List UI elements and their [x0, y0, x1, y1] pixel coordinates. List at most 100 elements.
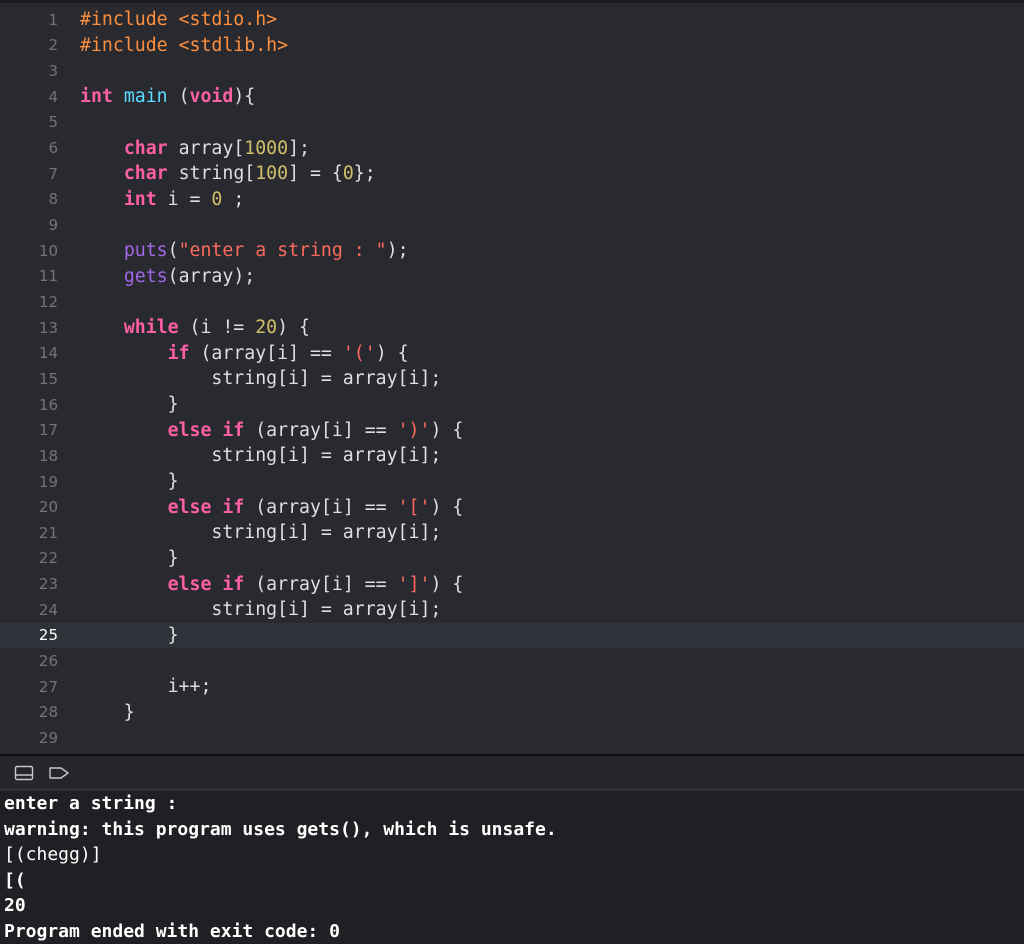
code-token: 0	[342, 163, 354, 185]
code-line[interactable]: 5	[0, 110, 1024, 136]
code-line[interactable]: 10 puts("enter a string : ");	[0, 238, 1024, 264]
code-line[interactable]: 29	[0, 725, 1024, 751]
line-number: 16	[38, 395, 58, 414]
code-line[interactable]: 28 }	[0, 700, 1024, 726]
code-token: ){	[233, 86, 256, 108]
code-text: i++;	[80, 676, 1024, 697]
code-text: int i = 0 ;	[80, 189, 1024, 210]
code-text: puts("enter a string : ");	[80, 240, 1024, 261]
code-token: array[	[167, 137, 245, 159]
continue-icon[interactable]	[48, 765, 70, 781]
line-number: 28	[38, 703, 58, 722]
code-token: ] = {	[288, 163, 343, 185]
line-number: 29	[38, 729, 58, 747]
line-number: 5	[48, 113, 58, 132]
code-line[interactable]: 6 char array[1000];	[0, 135, 1024, 161]
code-token: int	[123, 188, 157, 210]
code-line[interactable]: 20 else if (array[i] == '[') {	[0, 494, 1024, 520]
code-line[interactable]: 15 string[i] = array[i];	[0, 366, 1024, 392]
line-number: 8	[48, 190, 58, 209]
code-token: if	[222, 573, 245, 595]
line-number: 3	[48, 62, 58, 81]
code-token: (i !=	[178, 317, 256, 339]
code-line[interactable]: 13 while (i != 20) {	[0, 315, 1024, 341]
line-number: 24	[38, 600, 58, 619]
code-text: if (array[i] == '(') {	[80, 343, 1024, 364]
code-token: int	[80, 86, 113, 108]
code-token: 20	[255, 317, 278, 339]
hide-debug-area-icon[interactable]	[14, 765, 34, 781]
console-line: [(chegg)]	[4, 844, 102, 866]
code-token: else	[167, 419, 212, 441]
code-line[interactable]: 17 else if (array[i] == ')') {	[0, 417, 1024, 443]
code-token: main	[123, 86, 168, 108]
code-token: gets	[123, 265, 168, 287]
line-number: 10	[38, 241, 58, 260]
code-line[interactable]: 4 int main (void){	[0, 84, 1024, 110]
code-token: if	[222, 496, 245, 518]
code-line[interactable]: 25 }	[0, 622, 1024, 649]
code-line[interactable]: 26	[0, 648, 1024, 674]
line-number: 12	[38, 292, 58, 311]
code-token: if	[167, 342, 190, 364]
code-token: ];	[288, 137, 310, 159]
code-text: #include <stdio.h>	[80, 9, 1024, 30]
code-text: }	[80, 702, 1024, 723]
code-token: void	[189, 86, 234, 108]
code-token: 1000	[244, 137, 289, 159]
code-line[interactable]: 8 int i = 0 ;	[0, 187, 1024, 213]
code-line[interactable]: 7 char string[100] = {0};	[0, 161, 1024, 187]
code-token: string[i] = array[i];	[80, 522, 442, 544]
code-token: "enter a string : "	[178, 240, 387, 262]
code-text: string[i] = array[i];	[80, 445, 1024, 466]
code-line[interactable]: 16 }	[0, 392, 1024, 418]
code-line[interactable]: 22 }	[0, 546, 1024, 572]
code-token: ) {	[430, 573, 464, 595]
code-token: char	[123, 163, 168, 185]
code-token: string[	[167, 163, 256, 185]
code-token: );	[386, 240, 409, 262]
code-line[interactable]: 14 if (array[i] == '(') {	[0, 340, 1024, 366]
console-output[interactable]: enter a string : warning: this program us…	[0, 791, 1024, 944]
code-text: }	[80, 471, 1024, 492]
code-token: ')'	[397, 419, 431, 441]
code-text: gets(array);	[80, 266, 1024, 287]
code-text: else if (array[i] == '[') {	[80, 497, 1024, 518]
console-line: warning: this program uses gets(), which…	[4, 818, 557, 840]
code-token: string[i] = array[i];	[80, 368, 442, 390]
code-token: (array);	[167, 265, 256, 287]
code-line[interactable]: 9	[0, 212, 1024, 238]
line-number: 22	[38, 549, 58, 568]
code-token: 0	[211, 188, 223, 210]
line-number: 13	[38, 318, 58, 337]
code-line[interactable]: 19 }	[0, 469, 1024, 495]
code-line[interactable]: 3	[0, 58, 1024, 84]
code-line[interactable]: 2 #include <stdlib.h>	[0, 33, 1024, 59]
code-line[interactable]: 11 gets(array);	[0, 264, 1024, 290]
code-line[interactable]: 18 string[i] = array[i];	[0, 443, 1024, 469]
code-line[interactable]: 24 string[i] = array[i];	[0, 597, 1024, 623]
code-line[interactable]: 12	[0, 289, 1024, 315]
code-line[interactable]: 27 i++;	[0, 674, 1024, 700]
code-text: while (i != 20) {	[80, 317, 1024, 338]
code-text: string[i] = array[i];	[80, 522, 1024, 543]
code-line[interactable]: 21 string[i] = array[i];	[0, 520, 1024, 546]
code-editor[interactable]: 1 #include <stdio.h> 2 #include <stdlib.h> 3…	[0, 0, 1024, 754]
code-token: (array[i] ==	[244, 496, 398, 518]
code-token: }	[80, 547, 179, 569]
code-line[interactable]: 23 else if (array[i] == ']') {	[0, 571, 1024, 597]
line-number: 15	[38, 369, 58, 388]
line-number: 4	[48, 87, 58, 106]
code-line[interactable]: 1 #include <stdio.h>	[0, 7, 1024, 33]
code-token: }	[80, 394, 179, 416]
code-token: };	[353, 163, 376, 185]
